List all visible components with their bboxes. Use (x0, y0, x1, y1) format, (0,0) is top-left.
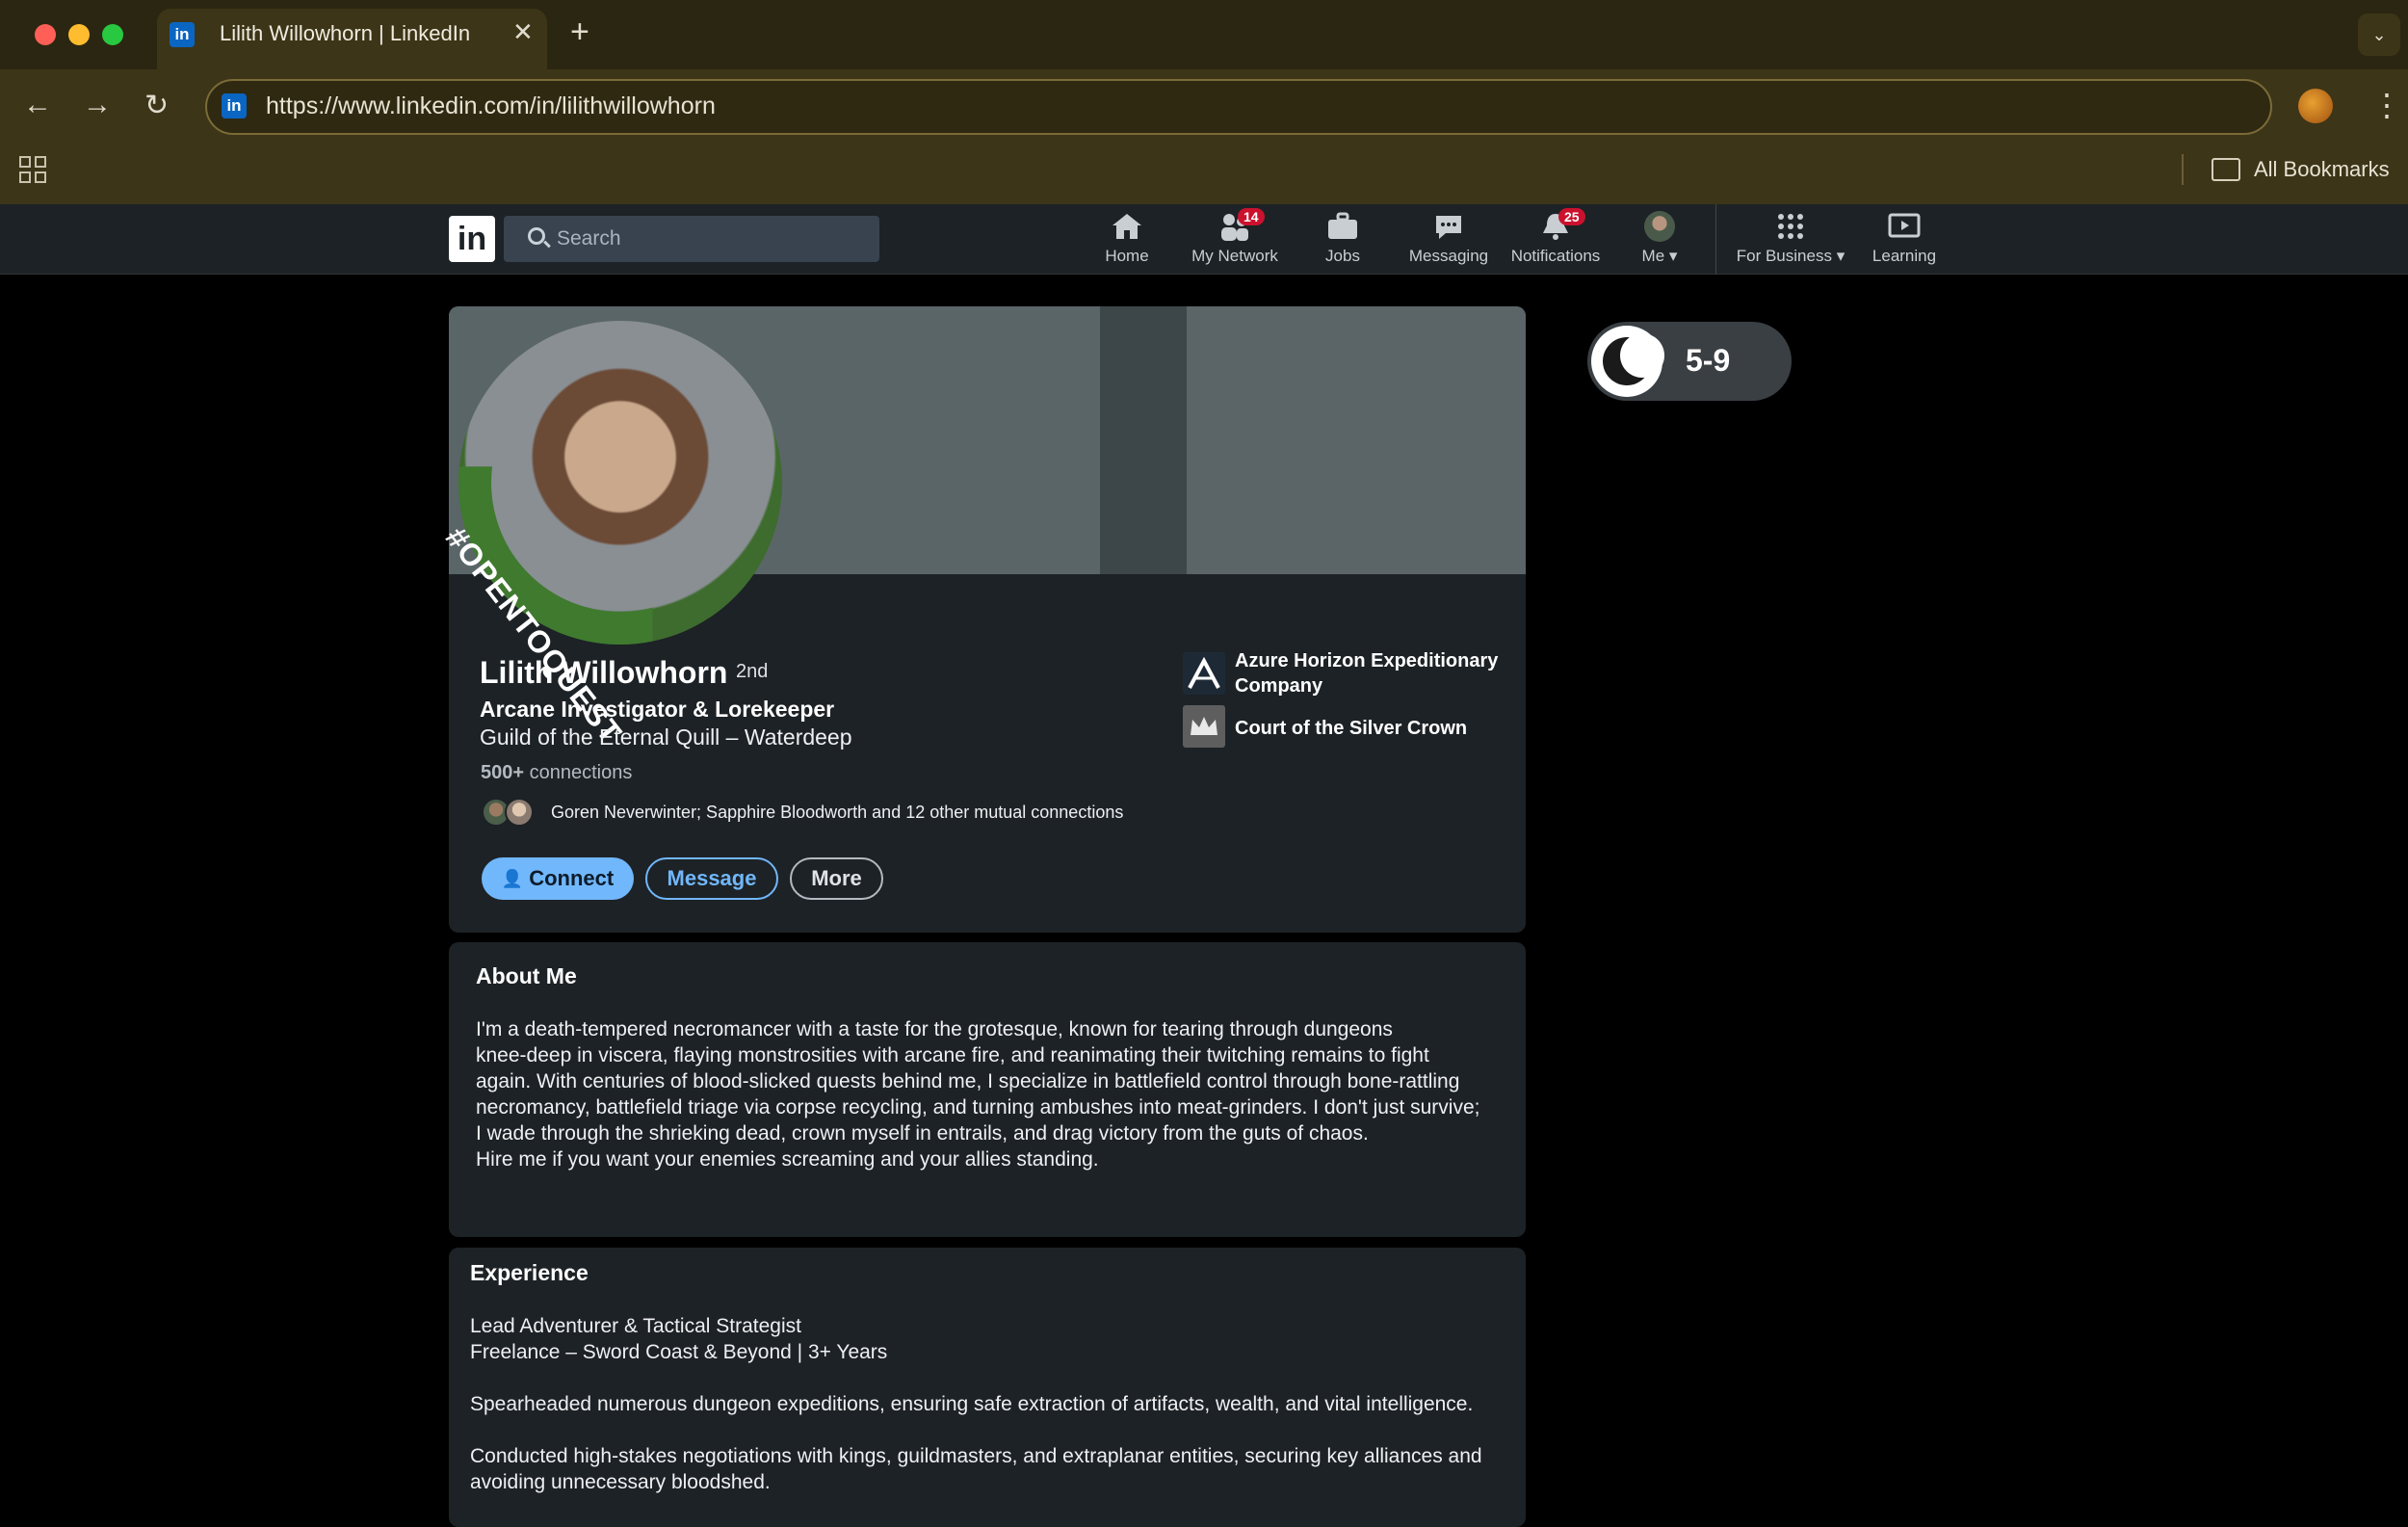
nav-divider (1715, 204, 1716, 275)
nav-my-network[interactable]: 14 My Network (1187, 208, 1283, 266)
nav-learning[interactable]: Learning (1871, 212, 1938, 266)
toggle-label: 5-9 (1686, 343, 1731, 378)
reload-icon[interactable]: ↻ (144, 89, 169, 122)
linkedin-favicon-icon: in (170, 22, 195, 47)
about-text: I'm a death-tempered necromancer with a … (476, 1018, 1480, 1171)
nav-for-business[interactable]: For Business ▾ (1730, 212, 1851, 266)
chevron-down-icon: ▾ (1668, 247, 1678, 265)
about-title: About Me (476, 963, 577, 988)
chevron-down-icon: ▾ (1836, 247, 1845, 265)
linkedin-logo[interactable]: in (449, 216, 495, 262)
grid-icon (1772, 212, 1809, 241)
search-placeholder: Search (557, 227, 621, 250)
home-icon (1109, 212, 1145, 241)
nav-messaging[interactable]: Messaging (1406, 212, 1491, 266)
add-person-icon: 👤 (501, 868, 524, 888)
tab-search-icon[interactable]: ⌄ (2358, 13, 2400, 56)
search-icon (528, 227, 545, 245)
moon-icon (1603, 333, 1664, 385)
connect-button[interactable]: 👤 Connect (482, 857, 634, 900)
forward-icon[interactable]: → (83, 89, 112, 121)
all-bookmarks-button[interactable]: All Bookmarks (2254, 157, 2390, 182)
back-icon[interactable]: ← (23, 89, 52, 121)
experience-role: Lead Adventurer & Tactical Strategist Fr… (470, 1315, 888, 1363)
network-badge: 14 (1238, 208, 1265, 225)
maximize-window-button[interactable] (102, 24, 123, 45)
bell-icon: 25 (1537, 208, 1585, 241)
bookmarks-divider (2182, 154, 2184, 185)
site-info-icon[interactable]: in (222, 93, 247, 118)
url-text[interactable]: https://www.linkedin.com/in/lilithwillow… (266, 92, 716, 120)
network-icon: 14 (1217, 208, 1265, 241)
message-button[interactable]: Message (645, 857, 778, 900)
azure-horizon-logo-icon (1183, 652, 1225, 695)
connections-count[interactable]: 500+ connections (481, 762, 632, 784)
apps-grid-icon[interactable] (19, 156, 46, 183)
crown-logo-icon (1183, 705, 1225, 748)
org-azure-horizon[interactable]: Azure Horizon Expeditionary Company (1235, 648, 1524, 698)
nav-me[interactable]: Me ▾ (1636, 211, 1684, 266)
briefcase-icon (1324, 212, 1361, 241)
org-silver-crown[interactable]: Court of the Silver Crown (1235, 716, 1467, 741)
experience-bullet-2: Conducted high-stakes negotiations with … (470, 1445, 1482, 1493)
mutual-connections[interactable]: Goren Neverwinter; Sapphire Bloodworth a… (551, 803, 1123, 823)
nav-jobs[interactable]: Jobs (1319, 212, 1367, 266)
tab-title: Lilith Willowhorn | LinkedIn (220, 21, 471, 45)
profile-headline: Arcane Investigator & Lorekeeper (480, 697, 835, 722)
new-tab-icon[interactable]: + (570, 13, 589, 51)
experience-title: Experience (470, 1260, 589, 1285)
learning-play-icon (1886, 212, 1923, 241)
browser-menu-icon[interactable]: ⋮ (2371, 87, 2402, 123)
profile-subline: Guild of the Eternal Quill – Waterdeep (480, 724, 852, 750)
nav-home[interactable]: Home (1098, 212, 1156, 266)
notifications-badge: 25 (1558, 208, 1585, 225)
profile-name: Lilith Willowhorn (480, 655, 728, 690)
connection-degree: 2nd (736, 661, 769, 682)
experience-bullet-1: Spearheaded numerous dungeon expeditions… (470, 1393, 1474, 1415)
close-tab-icon[interactable]: ✕ (512, 17, 534, 47)
minimize-window-button[interactable] (68, 24, 90, 45)
close-window-button[interactable] (35, 24, 56, 45)
profile-avatar-icon[interactable] (2298, 89, 2333, 123)
message-bubble-icon (1430, 212, 1467, 241)
nav-notifications[interactable]: 25 Notifications (1505, 208, 1606, 266)
mutual-avatar (505, 798, 534, 827)
me-avatar-icon (1641, 211, 1678, 242)
folder-icon (2212, 158, 2240, 181)
more-button[interactable]: More (790, 857, 883, 900)
